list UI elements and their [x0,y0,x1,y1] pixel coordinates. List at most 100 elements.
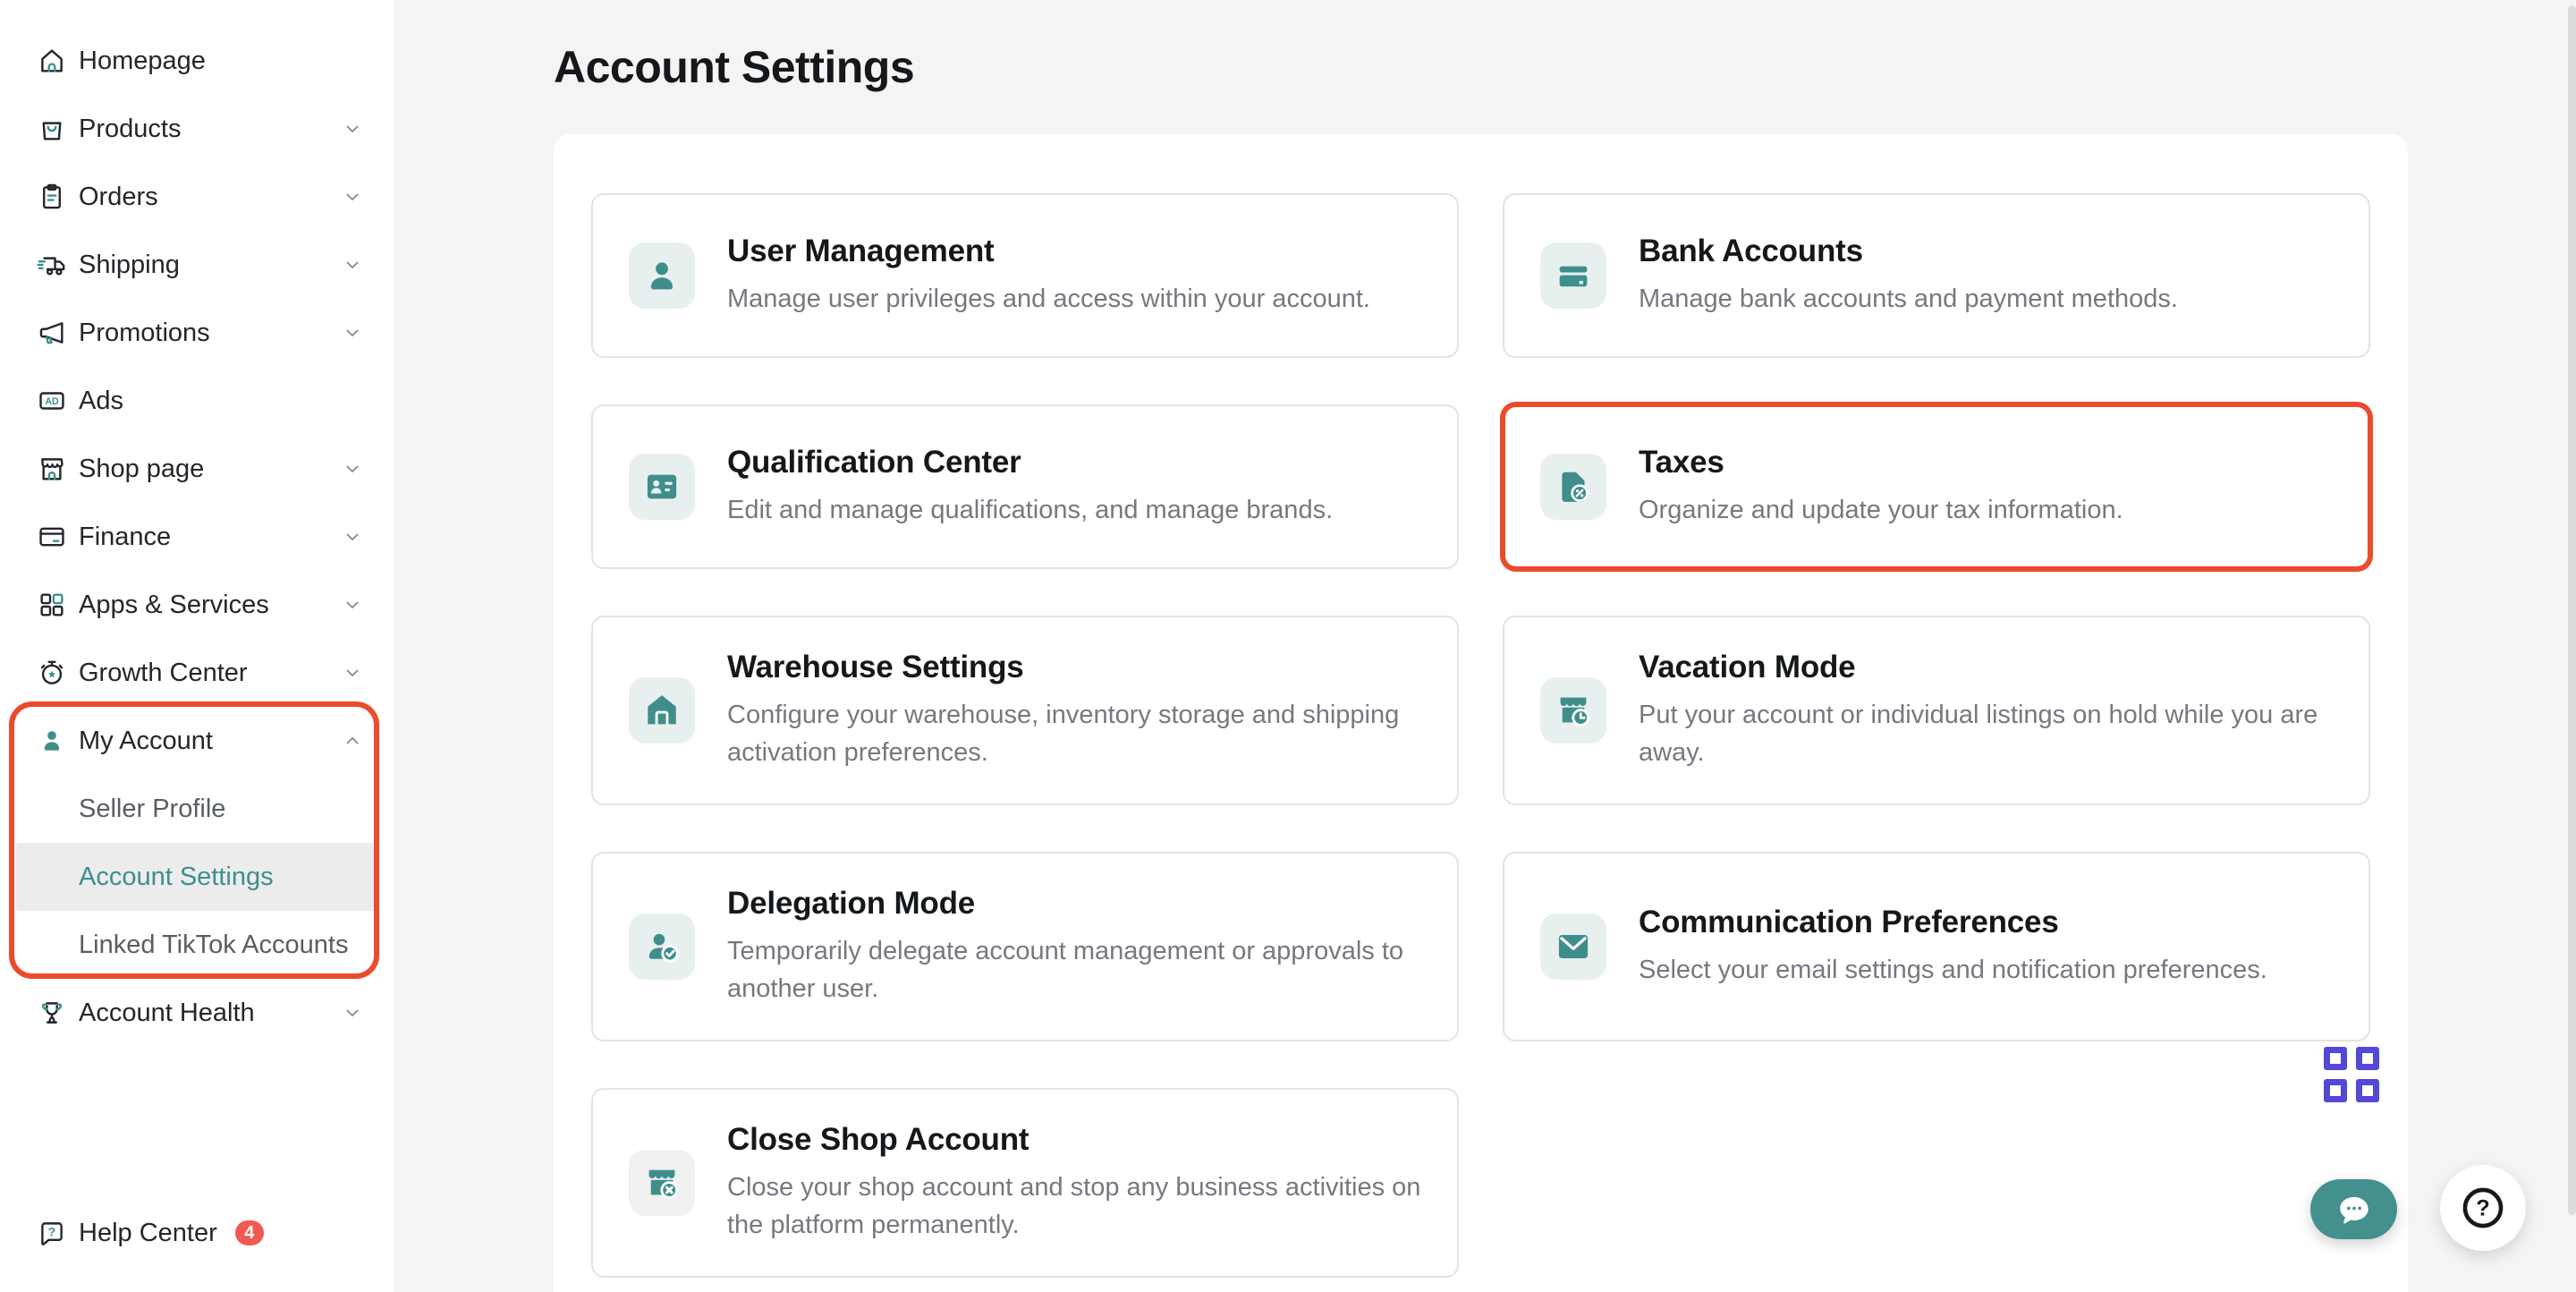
tile-delegation-mode[interactable]: Delegation Mode Temporarily delegate acc… [591,852,1459,1041]
tile-text: Taxes Organize and update your tax infor… [1639,445,2123,529]
tile-description: Close your shop account and stop any bus… [727,1169,1421,1244]
chat-button[interactable] [2310,1179,2397,1239]
sidebar-item-label: Apps & Services [79,591,269,620]
warehouse-settings-icon [629,677,695,744]
empty-grid-cell [1503,1088,2370,1278]
home-icon [36,45,68,77]
svg-text:AD: AD [45,396,59,407]
tile-description: Configure your warehouse, inventory stor… [727,696,1421,771]
tile-title: Bank Accounts [1639,234,2178,269]
main-content: Account Settings User Management Manage … [394,0,2576,1292]
chevron-down-icon [342,186,363,208]
orders-icon [36,181,68,213]
tile-bank-accounts[interactable]: Bank Accounts Manage bank accounts and p… [1503,193,2370,358]
sidebar-item-shipping[interactable]: Shipping [0,231,394,299]
tile-title: Delegation Mode [727,886,1421,922]
sidebar-item-linked-tiktok-accounts[interactable]: Linked TikTok Accounts [0,911,394,979]
help-center-icon: ? [36,1217,68,1249]
tile-description: Organize and update your tax information… [1639,491,2123,529]
tile-warehouse-settings[interactable]: Warehouse Settings Configure your wareho… [591,616,1459,805]
help-center-badge: 4 [235,1220,264,1245]
tile-text: Vacation Mode Put your account or indivi… [1639,650,2333,771]
my-account-icon [36,725,68,757]
chat-bubble-icon [2334,1189,2375,1230]
sidebar-item-account-settings[interactable]: Account Settings [16,843,377,911]
sidebar-item-my-account[interactable]: My Account [0,707,394,775]
sidebar-item-label: Ads [79,387,123,416]
tile-title: Warehouse Settings [727,650,1421,685]
sidebar-subitem-label: Seller Profile [79,795,225,824]
sidebar-item-seller-profile[interactable]: Seller Profile [0,775,394,843]
sidebar-item-ads[interactable]: AD Ads [0,367,394,435]
chevron-down-icon [342,254,363,276]
sidebar: Homepage Products Orders Shipping Promot… [0,0,394,1292]
chevron-down-icon [342,526,363,548]
sidebar-item-help-center[interactable]: ? Help Center 4 [0,1199,394,1267]
products-icon [36,113,68,145]
sidebar-item-promotions[interactable]: Promotions [0,299,394,367]
chevron-down-icon [342,594,363,616]
page-title: Account Settings [554,41,2408,93]
chevron-down-icon [342,458,363,480]
tile-description: Manage user privileges and access within… [727,280,1370,318]
tile-text: Close Shop Account Close your shop accou… [727,1122,1421,1244]
sidebar-item-products[interactable]: Products [0,95,394,163]
tile-description: Put your account or individual listings … [1639,696,2333,771]
sidebar-item-homepage[interactable]: Homepage [0,27,394,95]
tile-text: Delegation Mode Temporarily delegate acc… [727,886,1421,1007]
help-center-label: Help Center [79,1219,217,1248]
tile-title: Taxes [1639,445,2123,480]
sidebar-item-label: Orders [79,183,158,212]
finance-icon [36,521,68,553]
qualification-center-icon [629,454,695,520]
sidebar-item-finance[interactable]: Finance [0,503,394,571]
promotions-icon [36,317,68,349]
sidebar-item-label: Shipping [79,251,180,280]
sidebar-item-label: Account Health [79,999,255,1028]
tile-description: Edit and manage qualifications, and mana… [727,491,1333,529]
tile-communication-preferences[interactable]: Communication Preferences Select your em… [1503,852,2370,1041]
bank-accounts-icon [1540,242,1606,309]
tile-text: Communication Preferences Select your em… [1639,905,2267,989]
sidebar-item-shop-page[interactable]: Shop page [0,435,394,503]
settings-tile-grid: User Management Manage user privileges a… [591,193,2370,1278]
sidebar-item-label: Growth Center [79,659,248,688]
tile-qualification-center[interactable]: Qualification Center Edit and manage qua… [591,404,1459,569]
sidebar-subitem-label: Account Settings [79,863,274,892]
communication-preferences-icon [1540,914,1606,980]
chevron-up-icon [342,730,363,752]
chevron-down-icon [342,1002,363,1024]
tile-title: Communication Preferences [1639,905,2267,940]
sidebar-item-label: My Account [79,727,213,756]
sidebar-item-label: Promotions [79,319,210,348]
settings-card-container: User Management Manage user privileges a… [554,134,2408,1292]
svg-text:?: ? [48,1226,56,1240]
tile-title: User Management [727,234,1370,269]
sidebar-item-label: Finance [79,523,171,552]
tile-taxes[interactable]: Taxes Organize and update your tax infor… [1503,404,2370,569]
apps-services-icon [36,589,68,621]
sidebar-item-account-health[interactable]: Account Health [0,979,394,1047]
tile-vacation-mode[interactable]: Vacation Mode Put your account or indivi… [1503,616,2370,805]
tile-text: Qualification Center Edit and manage qua… [727,445,1333,529]
sidebar-item-label: Homepage [79,47,206,76]
vacation-mode-icon [1540,677,1606,744]
tile-user-management[interactable]: User Management Manage user privileges a… [591,193,1459,358]
account-health-icon [36,997,68,1029]
tile-title: Vacation Mode [1639,650,2333,685]
delegation-mode-icon [629,914,695,980]
tile-text: Warehouse Settings Configure your wareho… [727,650,1421,771]
tile-text: User Management Manage user privileges a… [727,234,1370,318]
user-management-icon [629,242,695,309]
tile-close-shop-account[interactable]: Close Shop Account Close your shop accou… [591,1088,1459,1278]
sidebar-item-orders[interactable]: Orders [0,163,394,231]
tile-title: Close Shop Account [727,1122,1421,1158]
help-button[interactable]: ? [2440,1165,2526,1251]
ads-icon: AD [36,385,68,417]
sidebar-item-apps-services[interactable]: Apps & Services [0,571,394,639]
question-mark-icon: ? [2457,1182,2509,1234]
vertical-scrollbar[interactable] [2568,5,2576,1215]
chevron-down-icon [342,118,363,140]
tile-description: Select your email settings and notificat… [1639,951,2267,989]
sidebar-item-growth-center[interactable]: Growth Center [0,639,394,707]
